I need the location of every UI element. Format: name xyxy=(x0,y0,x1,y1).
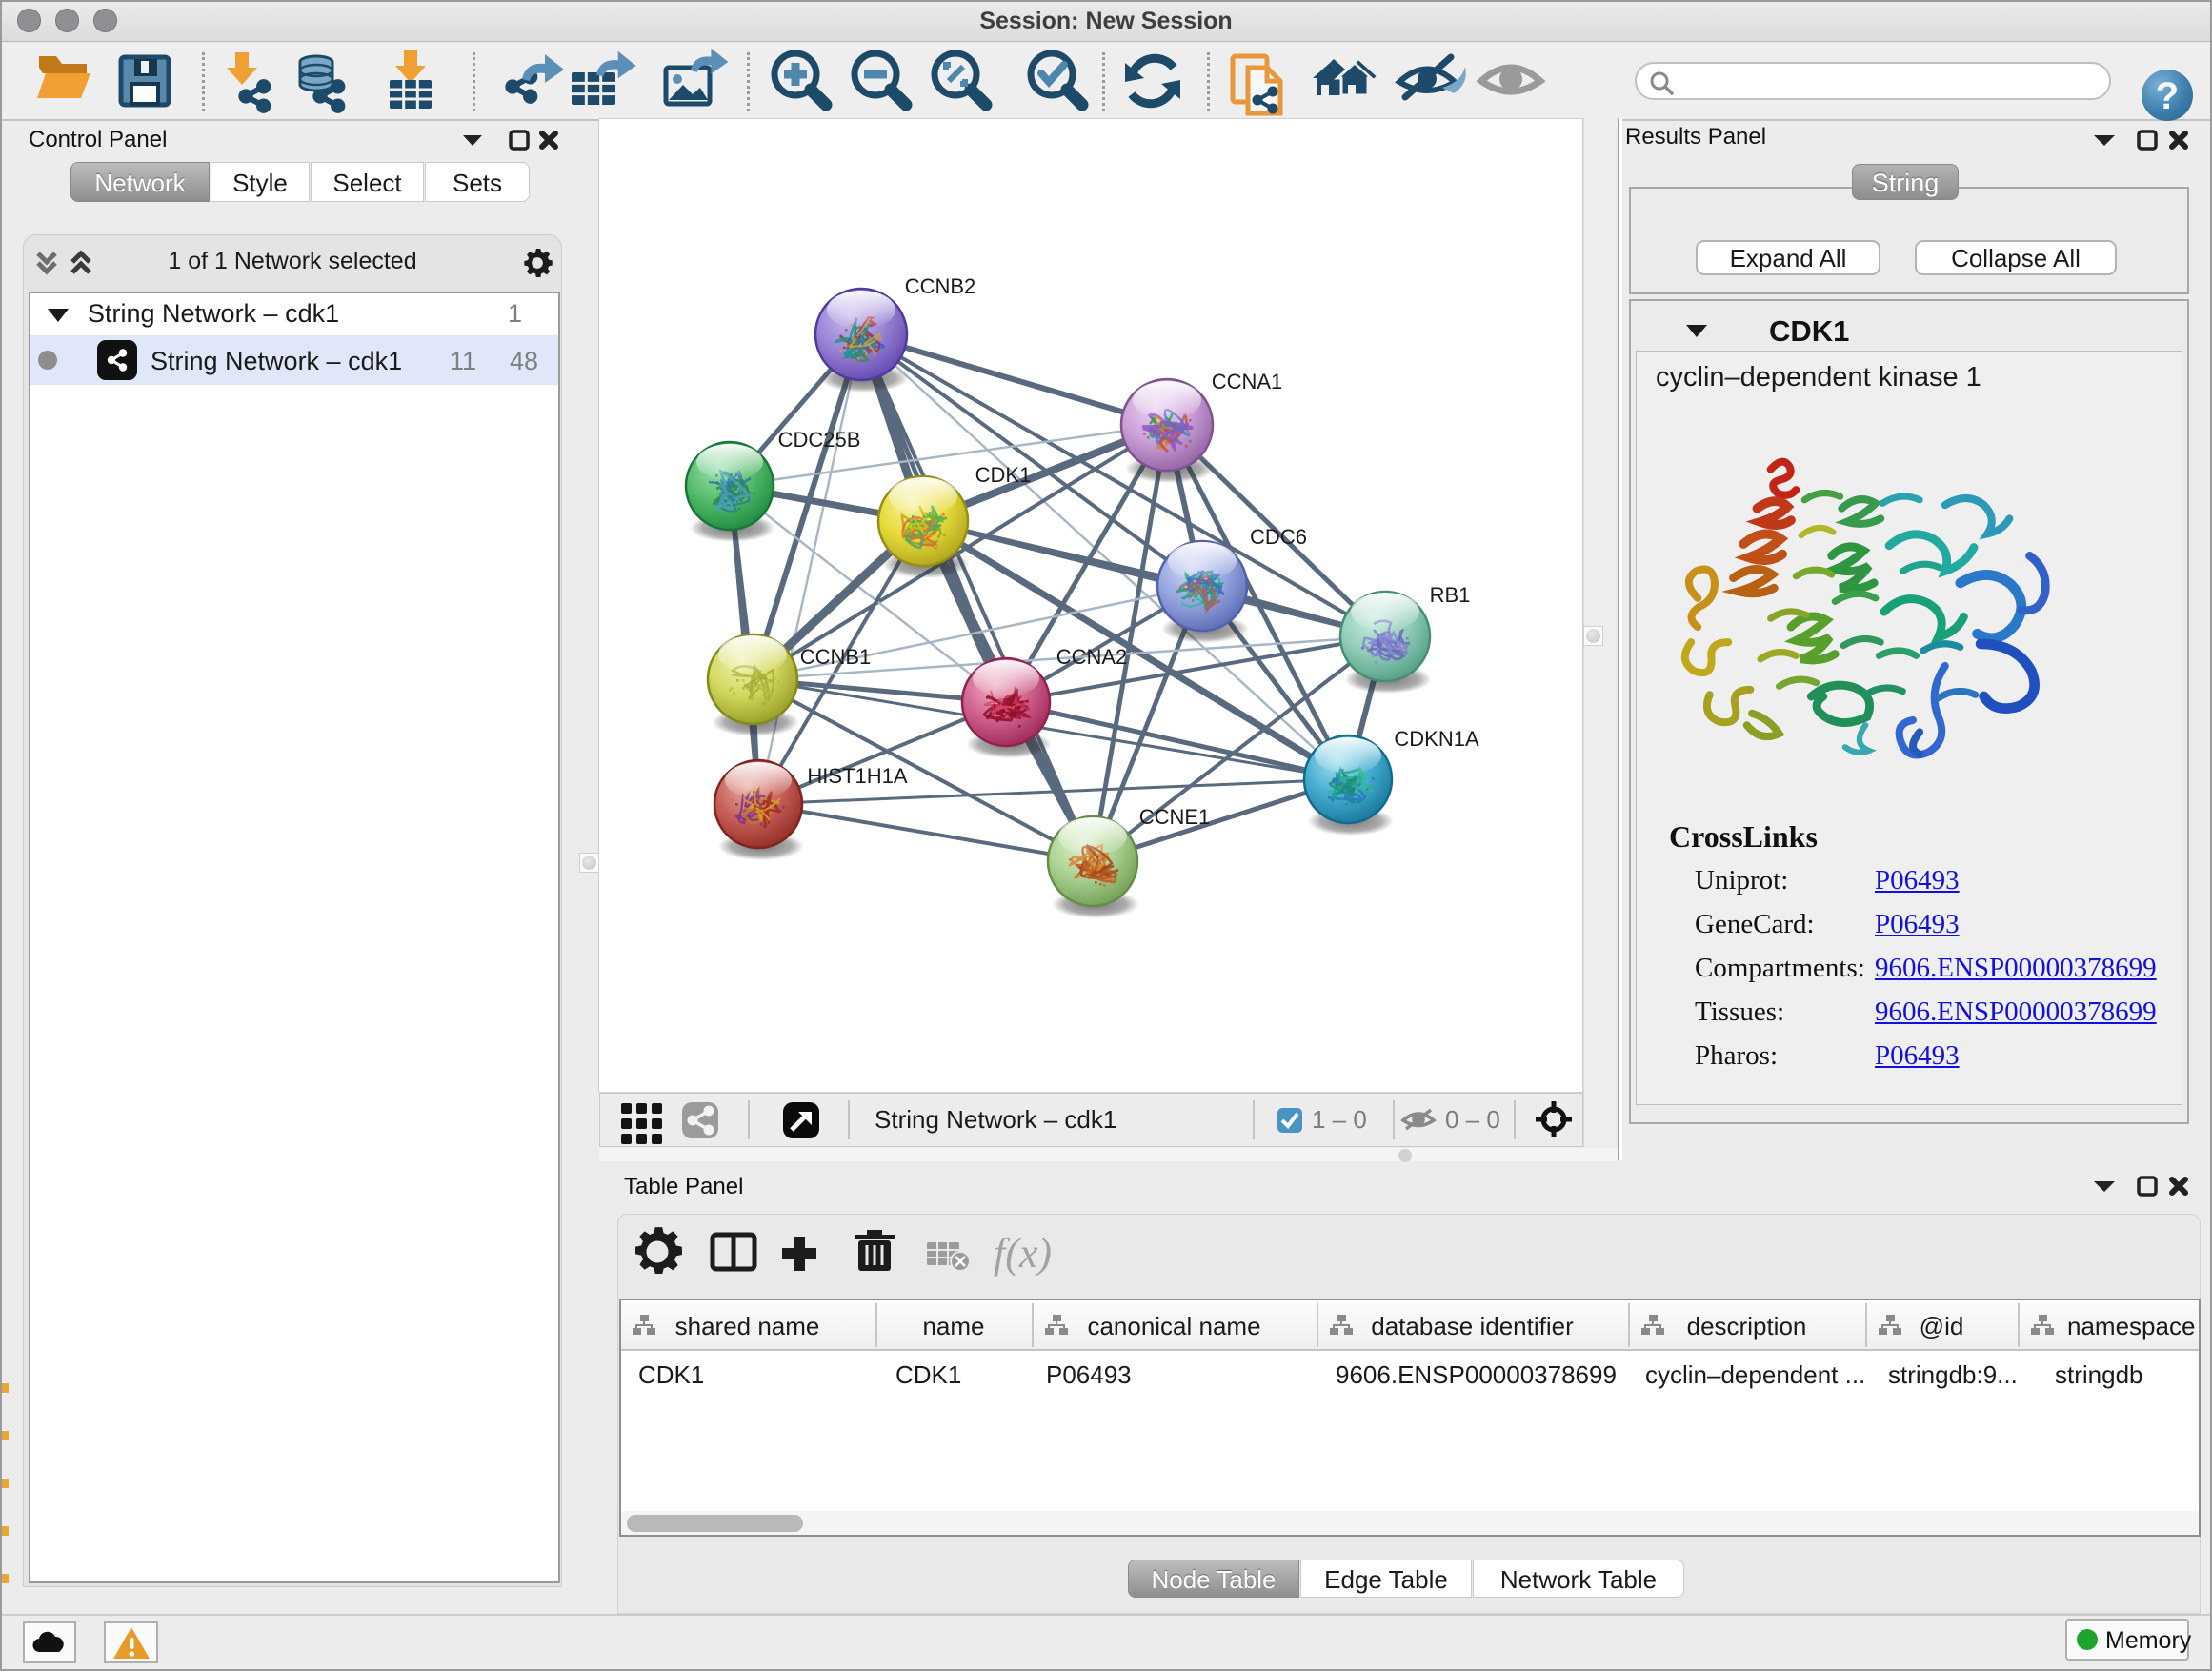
svg-text:String Network – cdk1: String Network – cdk1 xyxy=(875,1105,1116,1134)
svg-text:1 – 0: 1 – 0 xyxy=(1312,1105,1367,1134)
svg-text:0 – 0: 0 – 0 xyxy=(1445,1105,1500,1134)
svg-text:f(x): f(x) xyxy=(994,1230,1052,1277)
